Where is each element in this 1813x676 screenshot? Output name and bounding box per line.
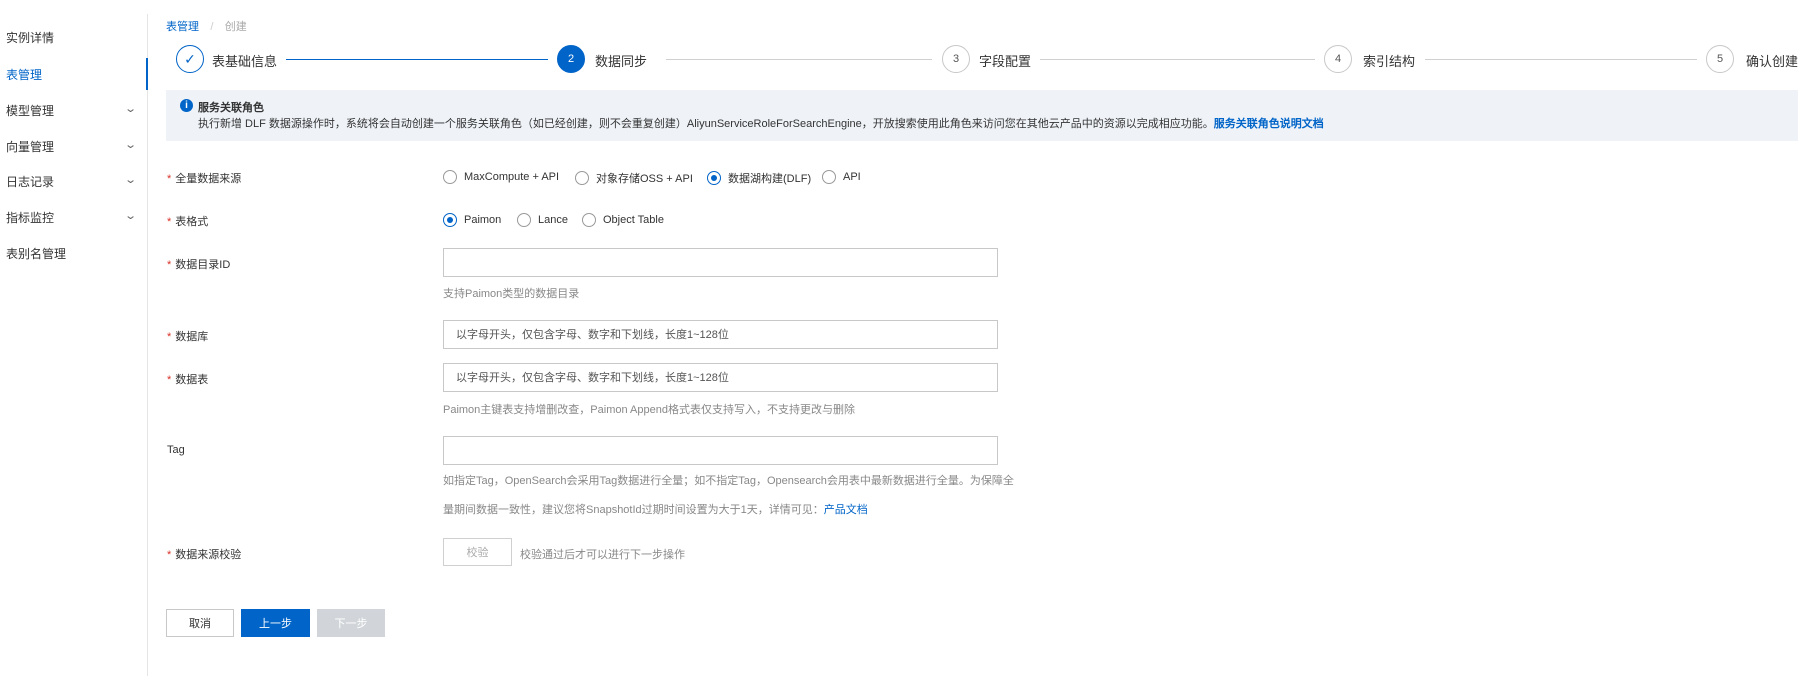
source-label: * 全量数据来源 xyxy=(167,173,242,185)
tag-input[interactable] xyxy=(443,436,998,465)
info-alert: i 服务关联角色 执行新增 DLF 数据源操作时，系统将会自动创建一个服务关联角… xyxy=(166,90,1798,141)
breadcrumb-parent[interactable]: 表管理 xyxy=(166,21,199,33)
breadcrumb: 表管理 / 创建 xyxy=(166,18,247,34)
step-connector xyxy=(1040,59,1315,60)
sidebar-item-label: 向量管理 xyxy=(6,140,55,154)
radio-oss[interactable]: 对象存储OSS + API xyxy=(575,170,693,186)
step-1-check-icon: ✓ xyxy=(176,45,204,73)
step-5-label: 确认创建 xyxy=(1746,54,1799,69)
database-label: * 数据库 xyxy=(167,331,209,343)
table-help: Paimon主键表支持增删改查，Paimon Append格式表仅支持写入，不支… xyxy=(443,404,855,416)
step-5-number: 5 xyxy=(1706,45,1734,73)
sidebar-active-indicator xyxy=(146,58,148,90)
step-3-label: 字段配置 xyxy=(979,54,1032,69)
radio-object-table[interactable]: Object Table xyxy=(582,213,664,227)
table-label: * 数据表 xyxy=(167,374,209,386)
step-3-number: 3 xyxy=(942,45,970,73)
prev-step-button[interactable]: 上一步 xyxy=(241,609,310,637)
sidebar-item-metrics[interactable]: 指标监控 xyxy=(6,209,54,226)
next-step-button[interactable]: 下一步 xyxy=(317,609,385,637)
sidebar-item-vector-management[interactable]: 向量管理 xyxy=(6,138,54,155)
tag-label: Tag xyxy=(167,444,185,456)
sidebar-item-label: 日志记录 xyxy=(6,175,55,189)
chevron-down-icon[interactable]: ⌄ xyxy=(124,102,137,115)
sidebar-item-label: 指标监控 xyxy=(6,211,55,225)
step-connector xyxy=(666,59,932,60)
sidebar-border xyxy=(147,14,148,676)
sidebar-item-label: 模型管理 xyxy=(6,104,55,118)
sidebar-item-instance-detail[interactable]: 实例详情 xyxy=(6,29,54,46)
sidebar-item-logs[interactable]: 日志记录 xyxy=(6,173,54,190)
radio-api[interactable]: API xyxy=(822,170,861,184)
verify-button[interactable]: 校验 xyxy=(443,538,512,566)
step-connector xyxy=(286,59,548,60)
format-label: * 表格式 xyxy=(167,216,209,228)
radio-paimon[interactable]: Paimon xyxy=(443,213,501,227)
cancel-button[interactable]: 取消 xyxy=(166,609,234,637)
sidebar-item-table-management[interactable]: 表管理 xyxy=(6,66,42,83)
radio-lance[interactable]: Lance xyxy=(517,213,568,227)
radio-dlf[interactable]: 数据湖构建(DLF) xyxy=(707,170,811,186)
sidebar-item-table-alias[interactable]: 表别名管理 xyxy=(6,245,66,262)
step-2-label: 数据同步 xyxy=(595,54,648,69)
tag-help-line1: 如指定Tag，OpenSearch会采用Tag数据进行全量；如不指定Tag，Op… xyxy=(443,475,1014,487)
catalog-label: * 数据目录ID xyxy=(167,259,231,271)
chevron-down-icon[interactable]: ⌄ xyxy=(124,138,137,151)
step-2-number: 2 xyxy=(557,45,585,73)
step-4-number: 4 xyxy=(1324,45,1352,73)
verify-label: * 数据来源校验 xyxy=(167,549,242,561)
table-input[interactable] xyxy=(443,363,998,392)
sidebar-item-model-management[interactable]: 模型管理 xyxy=(6,102,54,119)
database-input[interactable] xyxy=(443,320,998,349)
catalog-id-input[interactable] xyxy=(443,248,998,277)
step-connector xyxy=(1425,59,1697,60)
alert-title: 服务关联角色 xyxy=(198,102,264,114)
chevron-down-icon[interactable]: ⌄ xyxy=(124,173,137,186)
product-doc-link[interactable]: 产品文档 xyxy=(824,504,868,516)
chevron-down-icon[interactable]: ⌄ xyxy=(124,209,137,222)
step-1-label: 表基础信息 xyxy=(212,54,278,69)
alert-doc-link[interactable]: 服务关联角色说明文档 xyxy=(1214,118,1324,130)
breadcrumb-separator: / xyxy=(210,21,214,33)
alert-text: 执行新增 DLF 数据源操作时，系统将会自动创建一个服务关联角色（如已经创建，则… xyxy=(198,118,1214,130)
verify-hint: 校验通过后才可以进行下一步操作 xyxy=(520,549,685,561)
breadcrumb-current: 创建 xyxy=(224,21,247,33)
catalog-help: 支持Paimon类型的数据目录 xyxy=(443,288,580,300)
tag-help-line2: 量期间数据一致性，建议您将SnapshotId过期时间设置为大于1天，详情可见： xyxy=(443,504,824,516)
step-4-label: 索引结构 xyxy=(1363,54,1416,69)
radio-maxcompute[interactable]: MaxCompute + API xyxy=(443,170,559,184)
info-icon: i xyxy=(180,99,193,112)
